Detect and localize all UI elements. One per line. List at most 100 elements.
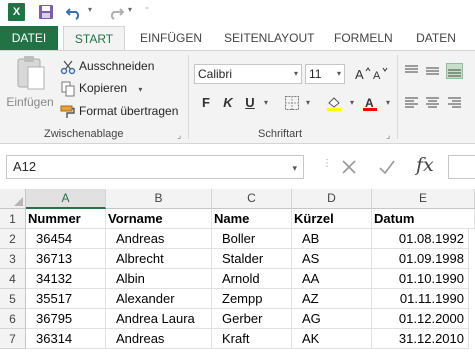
tab-page-layout[interactable]: SEITENLAYOUT [224, 26, 314, 50]
table-cell-b6[interactable]: Andrea Laura [106, 309, 212, 329]
table-cell-b7[interactable]: Andreas [106, 329, 212, 349]
copy-button[interactable]: Kopieren ▾ [60, 78, 142, 98]
table-cell-e2[interactable]: 01.08.1992 [372, 229, 469, 249]
redo-dropdown-icon[interactable]: ▾ [128, 5, 132, 14]
header-cell-e[interactable]: Datum [372, 209, 475, 229]
table-cell-d6[interactable]: AG [292, 309, 372, 329]
ribbon: Einfügen Ausschneiden Kopieren ▾ Format … [0, 50, 475, 144]
undo-dropdown-icon[interactable]: ▾ [88, 5, 92, 14]
cancel-icon[interactable] [340, 158, 358, 176]
align-middle-icon[interactable] [424, 63, 441, 79]
table-cell-c7[interactable]: Kraft [212, 329, 292, 349]
table-cell-b2[interactable]: Andreas [106, 229, 212, 249]
column-header-b[interactable]: B [106, 189, 212, 209]
header-cell-b[interactable]: Vorname [106, 209, 212, 229]
table-cell-d3[interactable]: AS [292, 249, 372, 269]
insert-function-icon[interactable]: fx [416, 154, 434, 176]
align-left-icon[interactable] [403, 95, 420, 111]
table-cell-c4[interactable]: Arnold [212, 269, 292, 289]
bold-button[interactable]: F [198, 95, 214, 111]
table-cell-a6[interactable]: 36795 [26, 309, 106, 329]
borders-dropdown-icon[interactable]: ▾ [300, 95, 316, 111]
select-all-button[interactable] [0, 189, 26, 209]
header-cell-d[interactable]: Kürzel [292, 209, 372, 229]
save-icon[interactable] [38, 3, 54, 21]
fill-color-icon[interactable] [326, 95, 342, 111]
redo-icon[interactable] [108, 3, 125, 21]
paste-button[interactable]: Einfügen [4, 53, 56, 123]
clipboard-launcher-icon[interactable]: ⌟ [177, 130, 181, 141]
row-header-5[interactable]: 5 [0, 289, 26, 309]
copy-dropdown-icon[interactable]: ▾ [138, 85, 142, 94]
svg-text:A: A [365, 96, 374, 110]
quick-access-toolbar: X ▾ ▾ ⁼ [0, 0, 475, 24]
table-cell-d2[interactable]: AB [292, 229, 372, 249]
column-header-e[interactable]: E [372, 189, 475, 209]
font-color-dropdown-icon[interactable]: ▾ [380, 95, 396, 111]
table-cell-d7[interactable]: AK [292, 329, 372, 349]
enter-icon[interactable] [378, 158, 396, 176]
table-cell-a7[interactable]: 36314 [26, 329, 106, 349]
column-header-a[interactable]: A [26, 189, 106, 209]
decrease-font-size-icon[interactable]: A [372, 65, 389, 82]
table-cell-b4[interactable]: Albin [106, 269, 212, 289]
tab-start[interactable]: START [63, 26, 125, 51]
align-right-icon[interactable] [446, 95, 463, 111]
table-cell-a5[interactable]: 35517 [26, 289, 106, 309]
format-painter-button[interactable]: Format übertragen [60, 101, 178, 121]
font-name-select[interactable]: Calibri ▾ [194, 64, 302, 84]
tab-file[interactable]: DATEI [0, 26, 58, 50]
table-cell-b5[interactable]: Alexander [106, 289, 212, 309]
table-cell-a4[interactable]: 34132 [26, 269, 106, 289]
row-header-7[interactable]: 7 [0, 329, 26, 349]
align-bottom-icon[interactable] [446, 63, 463, 79]
table-cell-d5[interactable]: AZ [292, 289, 372, 309]
customize-toolbar-icon[interactable]: ⁼ [145, 5, 155, 14]
table-cell-e6[interactable]: 01.12.2000 [372, 309, 469, 329]
row-header-1[interactable]: 1 [0, 209, 26, 229]
font-color-icon[interactable]: A [362, 95, 378, 111]
formula-input[interactable] [448, 155, 475, 179]
column-header-d[interactable]: D [292, 189, 372, 209]
fill-color-dropdown-icon[interactable]: ▾ [344, 95, 360, 111]
table-cell-c3[interactable]: Stalder [212, 249, 292, 269]
cut-button[interactable]: Ausschneiden [60, 56, 154, 76]
svg-text:A: A [355, 67, 364, 81]
table-cell-a2[interactable]: 36454 [26, 229, 106, 249]
undo-icon[interactable] [65, 3, 82, 21]
column-header-c[interactable]: C [212, 189, 292, 209]
row-header-4[interactable]: 4 [0, 269, 26, 289]
paste-label: Einfügen [6, 95, 54, 109]
row-header-2[interactable]: 2 [0, 229, 26, 249]
align-top-icon[interactable] [403, 63, 420, 79]
align-center-icon[interactable] [424, 95, 441, 111]
font-size-select[interactable]: 11 ▾ [305, 64, 345, 84]
increase-font-size-icon[interactable]: A [354, 65, 371, 82]
tab-insert[interactable]: EINFÜGEN [140, 26, 202, 50]
table-cell-c6[interactable]: Gerber [212, 309, 292, 329]
table-cell-e3[interactable]: 01.09.1998 [372, 249, 469, 269]
borders-icon[interactable] [284, 95, 300, 111]
table-cell-c5[interactable]: Zempp [212, 289, 292, 309]
underline-button[interactable]: U [242, 95, 258, 111]
tab-data[interactable]: DATEN [416, 26, 456, 50]
font-size-dropdown-icon[interactable]: ▾ [337, 65, 341, 83]
table-cell-b3[interactable]: Albrecht [106, 249, 212, 269]
header-cell-a[interactable]: Nummer [26, 209, 106, 229]
name-box[interactable]: A12 ▾ [6, 155, 304, 179]
name-box-dropdown-icon[interactable]: ▾ [292, 157, 297, 179]
tab-formulas[interactable]: FORMELN [334, 26, 393, 50]
italic-button[interactable]: K [220, 95, 236, 111]
row-header-3[interactable]: 3 [0, 249, 26, 269]
table-cell-e5[interactable]: 01.11.1990 [372, 289, 469, 309]
row-header-6[interactable]: 6 [0, 309, 26, 329]
font-launcher-icon[interactable]: ⌟ [386, 130, 390, 141]
underline-dropdown-icon[interactable]: ▾ [258, 95, 274, 111]
table-cell-e4[interactable]: 01.10.1990 [372, 269, 469, 289]
table-cell-c2[interactable]: Boller [212, 229, 292, 249]
table-cell-e7[interactable]: 31.12.2010 [372, 329, 469, 349]
table-cell-a3[interactable]: 36713 [26, 249, 106, 269]
font-name-dropdown-icon[interactable]: ▾ [294, 65, 298, 83]
table-cell-d4[interactable]: AA [292, 269, 372, 289]
header-cell-c[interactable]: Name [212, 209, 292, 229]
